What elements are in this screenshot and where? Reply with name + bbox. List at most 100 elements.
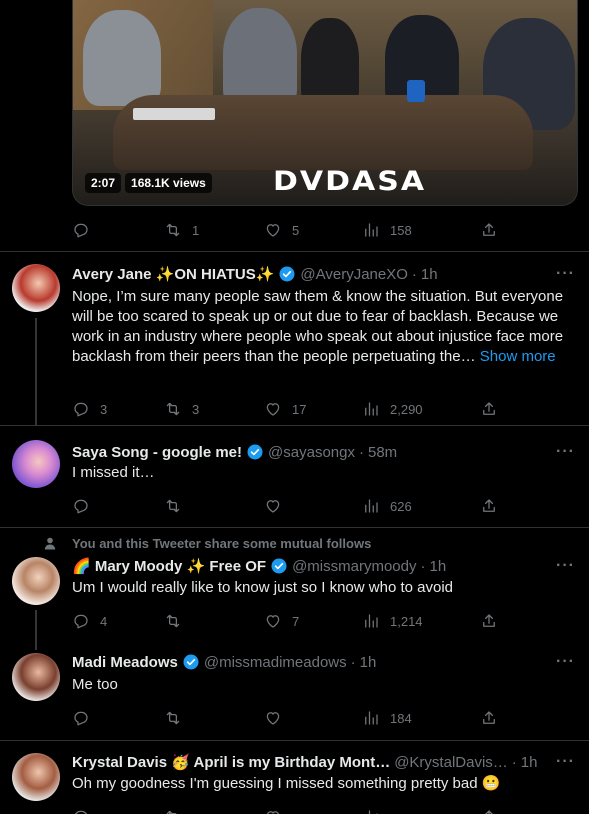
user-handle[interactable]: @missmadimeadows (204, 654, 347, 671)
heart-icon (266, 224, 280, 237)
avatar[interactable] (12, 264, 60, 312)
share-button[interactable] (480, 611, 498, 631)
reply-button[interactable]: 4 (72, 611, 107, 631)
tweet-body: Oh my goodness I'm guessing I missed som… (72, 775, 501, 792)
avatar[interactable] (12, 557, 60, 605)
share-button[interactable] (480, 220, 498, 240)
like-button[interactable] (264, 708, 292, 728)
share-button[interactable] (480, 496, 498, 516)
user-handle[interactable]: @missmarymoody (292, 558, 416, 575)
separator-dot: · (411, 265, 417, 283)
tweet-text: Nope, I’m sure many people saw them & kn… (72, 287, 577, 367)
like-button[interactable]: 5 (264, 220, 299, 240)
views-button[interactable]: 158 (362, 220, 412, 240)
thread-line (35, 610, 37, 640)
views-button[interactable]: 1,214 (362, 611, 423, 631)
tweet-header: Krystal Davis 🥳 April is my Birthday Mon… (72, 752, 537, 772)
retweet-button[interactable] (164, 611, 192, 631)
avatar[interactable] (12, 753, 60, 801)
show-more-link[interactable]: Show more (480, 348, 556, 365)
like-count: 5 (292, 222, 300, 238)
heart-icon (266, 615, 280, 628)
timestamp[interactable]: 1h (421, 266, 438, 283)
video-scene-keyboard (133, 108, 215, 120)
views-count: 1,214 (390, 613, 423, 629)
verified-icon (270, 557, 288, 575)
display-name[interactable]: Saya Song - google me! (72, 444, 242, 461)
share-button[interactable] (480, 807, 498, 814)
retweet-button[interactable] (164, 496, 192, 516)
more-icon[interactable]: ··· (556, 752, 575, 772)
reply-button[interactable] (72, 807, 90, 814)
like-button[interactable] (264, 807, 282, 814)
heart-icon (266, 811, 280, 814)
views-button[interactable] (362, 807, 380, 814)
display-name[interactable]: Krystal Davis 🥳 April is my Birthday Mon… (72, 753, 390, 771)
retweet-icon (166, 223, 180, 237)
reply-icon (74, 499, 88, 514)
reply-button[interactable] (72, 708, 100, 728)
views-icon (368, 810, 378, 814)
display-name[interactable]: Avery Jane ✨ON HIATUS✨ (72, 265, 274, 283)
tweet-header: Avery Jane ✨ON HIATUS✨ @AveryJaneXO · 1h (72, 264, 438, 284)
separator-dot: · (358, 443, 364, 461)
views-count: 184 (390, 710, 412, 726)
tweet-actions: 184 (72, 708, 502, 728)
views-icon (365, 402, 378, 416)
like-button[interactable]: 7 (264, 611, 299, 631)
tweet-header: Madi Meadows @missmadimeadows · 1h (72, 652, 376, 672)
timestamp[interactable]: 58m (368, 444, 397, 461)
share-button[interactable] (480, 708, 498, 728)
share-button[interactable] (480, 399, 498, 419)
views-button[interactable]: 2,290 (362, 399, 423, 419)
avatar[interactable] (12, 440, 60, 488)
tweet-header: Saya Song - google me! @sayasongx · 58m (72, 442, 397, 462)
retweet-count: 1 (192, 222, 200, 238)
reply-tweet[interactable]: You and this Tweeter share some mutual f… (0, 528, 589, 640)
like-button[interactable]: 17 (264, 399, 306, 419)
views-count: 2,290 (390, 401, 423, 417)
more-icon[interactable]: ··· (556, 264, 575, 284)
reply-button[interactable]: 3 (72, 399, 107, 419)
views-icon (365, 614, 378, 628)
reply-icon (74, 223, 88, 238)
timestamp[interactable]: 1h (521, 754, 538, 771)
video-player[interactable]: 2:07 168.1K views DVDASA (72, 0, 578, 206)
more-icon[interactable]: ··· (556, 652, 575, 672)
more-icon[interactable]: ··· (556, 556, 575, 576)
views-count: 626 (390, 498, 412, 514)
reply-button[interactable] (72, 496, 100, 516)
separator-dot: · (420, 557, 426, 575)
heart-icon (266, 500, 280, 513)
views-button[interactable]: 626 (362, 496, 412, 516)
retweet-icon (166, 711, 180, 725)
retweet-button[interactable] (164, 807, 182, 814)
views-button[interactable]: 184 (362, 708, 412, 728)
timestamp[interactable]: 1h (429, 558, 446, 575)
timestamp[interactable]: 1h (360, 654, 377, 671)
more-icon[interactable]: ··· (556, 442, 575, 462)
reply-tweet[interactable]: Saya Song - google me! @sayasongx · 58m … (0, 426, 589, 528)
user-handle[interactable]: @AveryJaneXO (300, 266, 408, 283)
display-name[interactable]: Madi Meadows (72, 654, 178, 671)
reply-icon (75, 810, 87, 814)
like-button[interactable] (264, 496, 292, 516)
reply-button[interactable] (72, 220, 100, 240)
tweet-text: I missed it… (72, 463, 577, 483)
separator-dot: · (350, 653, 356, 671)
like-count: 7 (292, 613, 300, 629)
avatar[interactable] (12, 653, 60, 701)
retweet-button[interactable]: 3 (164, 399, 199, 419)
retweet-icon (166, 402, 180, 416)
verified-icon (278, 265, 296, 283)
reply-tweet[interactable]: Krystal Davis 🥳 April is my Birthday Mon… (0, 741, 589, 814)
tweet-body: Um I would really like to know just so I… (72, 579, 453, 596)
user-handle[interactable]: @sayasongx (268, 444, 355, 461)
display-name[interactable]: 🌈 Mary Moody ✨ Free OF (72, 557, 266, 575)
retweet-button[interactable]: 1 (164, 220, 199, 240)
reply-tweet[interactable]: Avery Jane ✨ON HIATUS✨ @AveryJaneXO · 1h… (0, 252, 589, 426)
retweet-button[interactable] (164, 708, 192, 728)
user-handle[interactable]: @KrystalDavis… (394, 754, 508, 771)
reply-tweet[interactable]: Madi Meadows @missmadimeadows · 1h ··· M… (0, 640, 589, 741)
video-views-badge: 168.1K views (125, 173, 212, 193)
